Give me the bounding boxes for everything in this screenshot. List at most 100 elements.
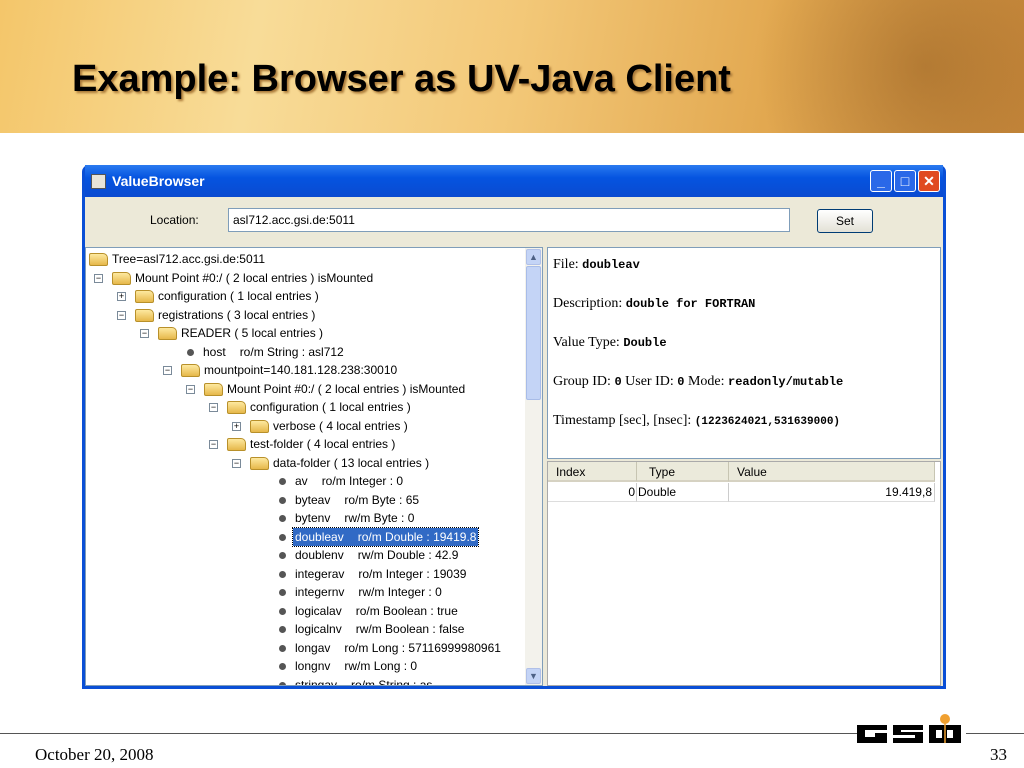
leaf-bullet-icon [279, 496, 286, 504]
folder-icon [250, 456, 269, 470]
expand-icon[interactable]: + [117, 292, 126, 301]
tree-node-label: doubleav ro/m Double : 19419.8 [291, 526, 480, 547]
folder-icon [181, 364, 200, 377]
folder-icon [227, 438, 246, 451]
collapse-icon[interactable]: − [117, 310, 126, 320]
column-header-value[interactable]: Value [729, 462, 935, 482]
tree-node[interactable]: − test-folder ( 4 local entries ) [86, 435, 526, 453]
node-detail: ro/m Long : 57116999980961 [344, 640, 501, 655]
tree-node[interactable]: bytenv rw/m Byte : 0 [86, 509, 526, 527]
cell-type[interactable]: Double [637, 483, 729, 502]
node-detail: ro/m Boolean : true [355, 603, 458, 618]
tree-node[interactable]: − mountpoint=140.181.128.238:30010 [86, 361, 526, 379]
minimize-button[interactable]: _ [870, 170, 892, 192]
scroll-down-icon[interactable]: ▼ [526, 668, 541, 684]
folder-icon [158, 327, 177, 340]
tree-node-label: integerav ro/m Integer : 19039 [293, 565, 468, 583]
tree-node[interactable]: byteav ro/m Byte : 65 [86, 491, 526, 509]
description-label: Description: [553, 296, 623, 311]
collapse-icon[interactable]: − [232, 458, 241, 468]
tree-node[interactable]: stringav ro/m String : as [86, 676, 526, 686]
tree-node[interactable]: logicalav ro/m Boolean : true [86, 602, 526, 620]
file-line: File: doubleav [553, 257, 640, 273]
maximize-button[interactable]: □ [894, 170, 916, 192]
tree-node[interactable]: integernv rw/m Integer : 0 [86, 583, 526, 601]
tree-node[interactable]: longnv rw/m Long : 0 [86, 657, 526, 675]
node-name: bytenv [295, 511, 331, 525]
collapse-icon[interactable]: − [186, 384, 195, 394]
tree-node[interactable]: doublenv rw/m Double : 42.9 [86, 546, 526, 564]
tree-node[interactable]: − configuration ( 1 local entries ) [86, 398, 526, 416]
tree-node-label: data-folder ( 13 local entries ) [273, 455, 430, 470]
node-name: stringav [295, 677, 338, 686]
leaf-bullet-icon [279, 607, 286, 615]
tree-node[interactable]: Tree=asl712.acc.gsi.de:5011 [86, 250, 526, 268]
node-name: longav [295, 640, 331, 655]
tree-node[interactable]: − registrations ( 3 local entries ) [86, 306, 526, 324]
tree-node[interactable]: + verbose ( 4 local entries ) [86, 417, 526, 435]
collapse-icon[interactable]: − [163, 366, 172, 375]
leaf-bullet-icon [279, 533, 286, 541]
node-name: byteav [295, 492, 331, 507]
leaf-bullet-icon [279, 644, 286, 652]
timestamp-value: (1223624021,531639000) [694, 416, 841, 428]
collapse-icon[interactable]: − [209, 403, 218, 412]
node-detail: rw/m Byte : 0 [344, 511, 415, 525]
tree-node[interactable]: − Mount Point #0:/ ( 2 local entries ) is… [86, 380, 526, 398]
column-header-type[interactable]: Type [637, 462, 729, 482]
tree-node[interactable]: integerav ro/m Integer : 19039 [86, 565, 526, 583]
tree-node[interactable]: − READER ( 5 local entries ) [86, 324, 526, 342]
scroll-thumb[interactable] [526, 266, 541, 400]
scroll-up-icon[interactable]: ▲ [526, 249, 541, 265]
tree-scrollbar[interactable]: ▲ ▼ [525, 248, 542, 685]
tree-node-label: host ro/m String : asl712 [201, 343, 346, 361]
folder-icon [89, 253, 108, 266]
node-name: doubleav [295, 529, 344, 544]
tree-node[interactable]: − Mount Point #0:/ ( 2 local entries ) is… [86, 269, 526, 287]
location-label: Location: [150, 213, 199, 227]
value-table: Index Type Value 0 Double 19.419,8 [547, 461, 941, 686]
tree-node[interactable]: av ro/m Integer : 0 [86, 472, 526, 490]
tree-node[interactable]: longav ro/m Long : 57116999980961 [86, 639, 526, 657]
tree-node-label: configuration ( 1 local entries ) [250, 400, 411, 414]
collapse-icon[interactable]: − [94, 273, 103, 283]
node-detail: rw/m Double : 42.9 [357, 548, 459, 562]
group-id-label: Group ID: [553, 374, 611, 389]
tree-node-label: bytenv rw/m Byte : 0 [293, 509, 416, 527]
node-name: host [203, 344, 226, 359]
slide-title: Example: Browser as UV-Java Client [72, 58, 731, 100]
close-button[interactable]: ✕ [918, 170, 940, 192]
leaf-bullet-icon [279, 515, 286, 522]
footer-date: October 20, 2008 [35, 745, 154, 764]
column-header-index[interactable]: Index [548, 462, 637, 482]
set-button[interactable]: Set [817, 209, 873, 233]
file-value: doubleav [582, 258, 640, 272]
expand-icon[interactable]: + [232, 421, 241, 431]
tree-view[interactable]: Tree=asl712.acc.gsi.de:5011− Mount Point … [85, 247, 543, 686]
node-detail: ro/m Integer : 19039 [358, 566, 467, 581]
leaf-bullet-icon [279, 570, 286, 578]
tree-node[interactable]: − data-folder ( 13 local entries ) [86, 454, 526, 472]
tree-node-label: byteav ro/m Byte : 65 [293, 491, 421, 509]
node-name: av [295, 474, 308, 488]
collapse-icon[interactable]: − [140, 329, 149, 338]
tree-node-label: stringav ro/m String : as [293, 676, 434, 686]
mode-label: Mode: [687, 374, 725, 389]
page-number: 33 [990, 745, 1007, 764]
title-bar[interactable]: ValueBrowser _ □ ✕ [85, 165, 943, 197]
folder-icon [135, 290, 154, 303]
cell-value[interactable]: 19.419,8 [729, 483, 935, 502]
tree-node[interactable]: doubleav ro/m Double : 19419.8 [86, 526, 526, 547]
cell-index[interactable]: 0 [548, 483, 637, 502]
tree-node[interactable]: + configuration ( 1 local entries ) [86, 287, 526, 305]
group-id-value: 0 [614, 375, 622, 389]
user-id-value: 0 [677, 375, 685, 389]
collapse-icon[interactable]: − [209, 440, 218, 449]
tree-node[interactable]: logicalnv rw/m Boolean : false [86, 620, 526, 638]
tree-node[interactable]: host ro/m String : asl712 [86, 343, 526, 361]
location-input[interactable]: asl712.acc.gsi.de:5011 [228, 208, 790, 232]
node-detail: rw/m Boolean : false [355, 622, 465, 636]
tree-node-label: logicalav ro/m Boolean : true [293, 602, 460, 620]
tree-node-label: test-folder ( 4 local entries ) [250, 437, 396, 451]
tree-node-label: verbose ( 4 local entries ) [273, 418, 408, 433]
